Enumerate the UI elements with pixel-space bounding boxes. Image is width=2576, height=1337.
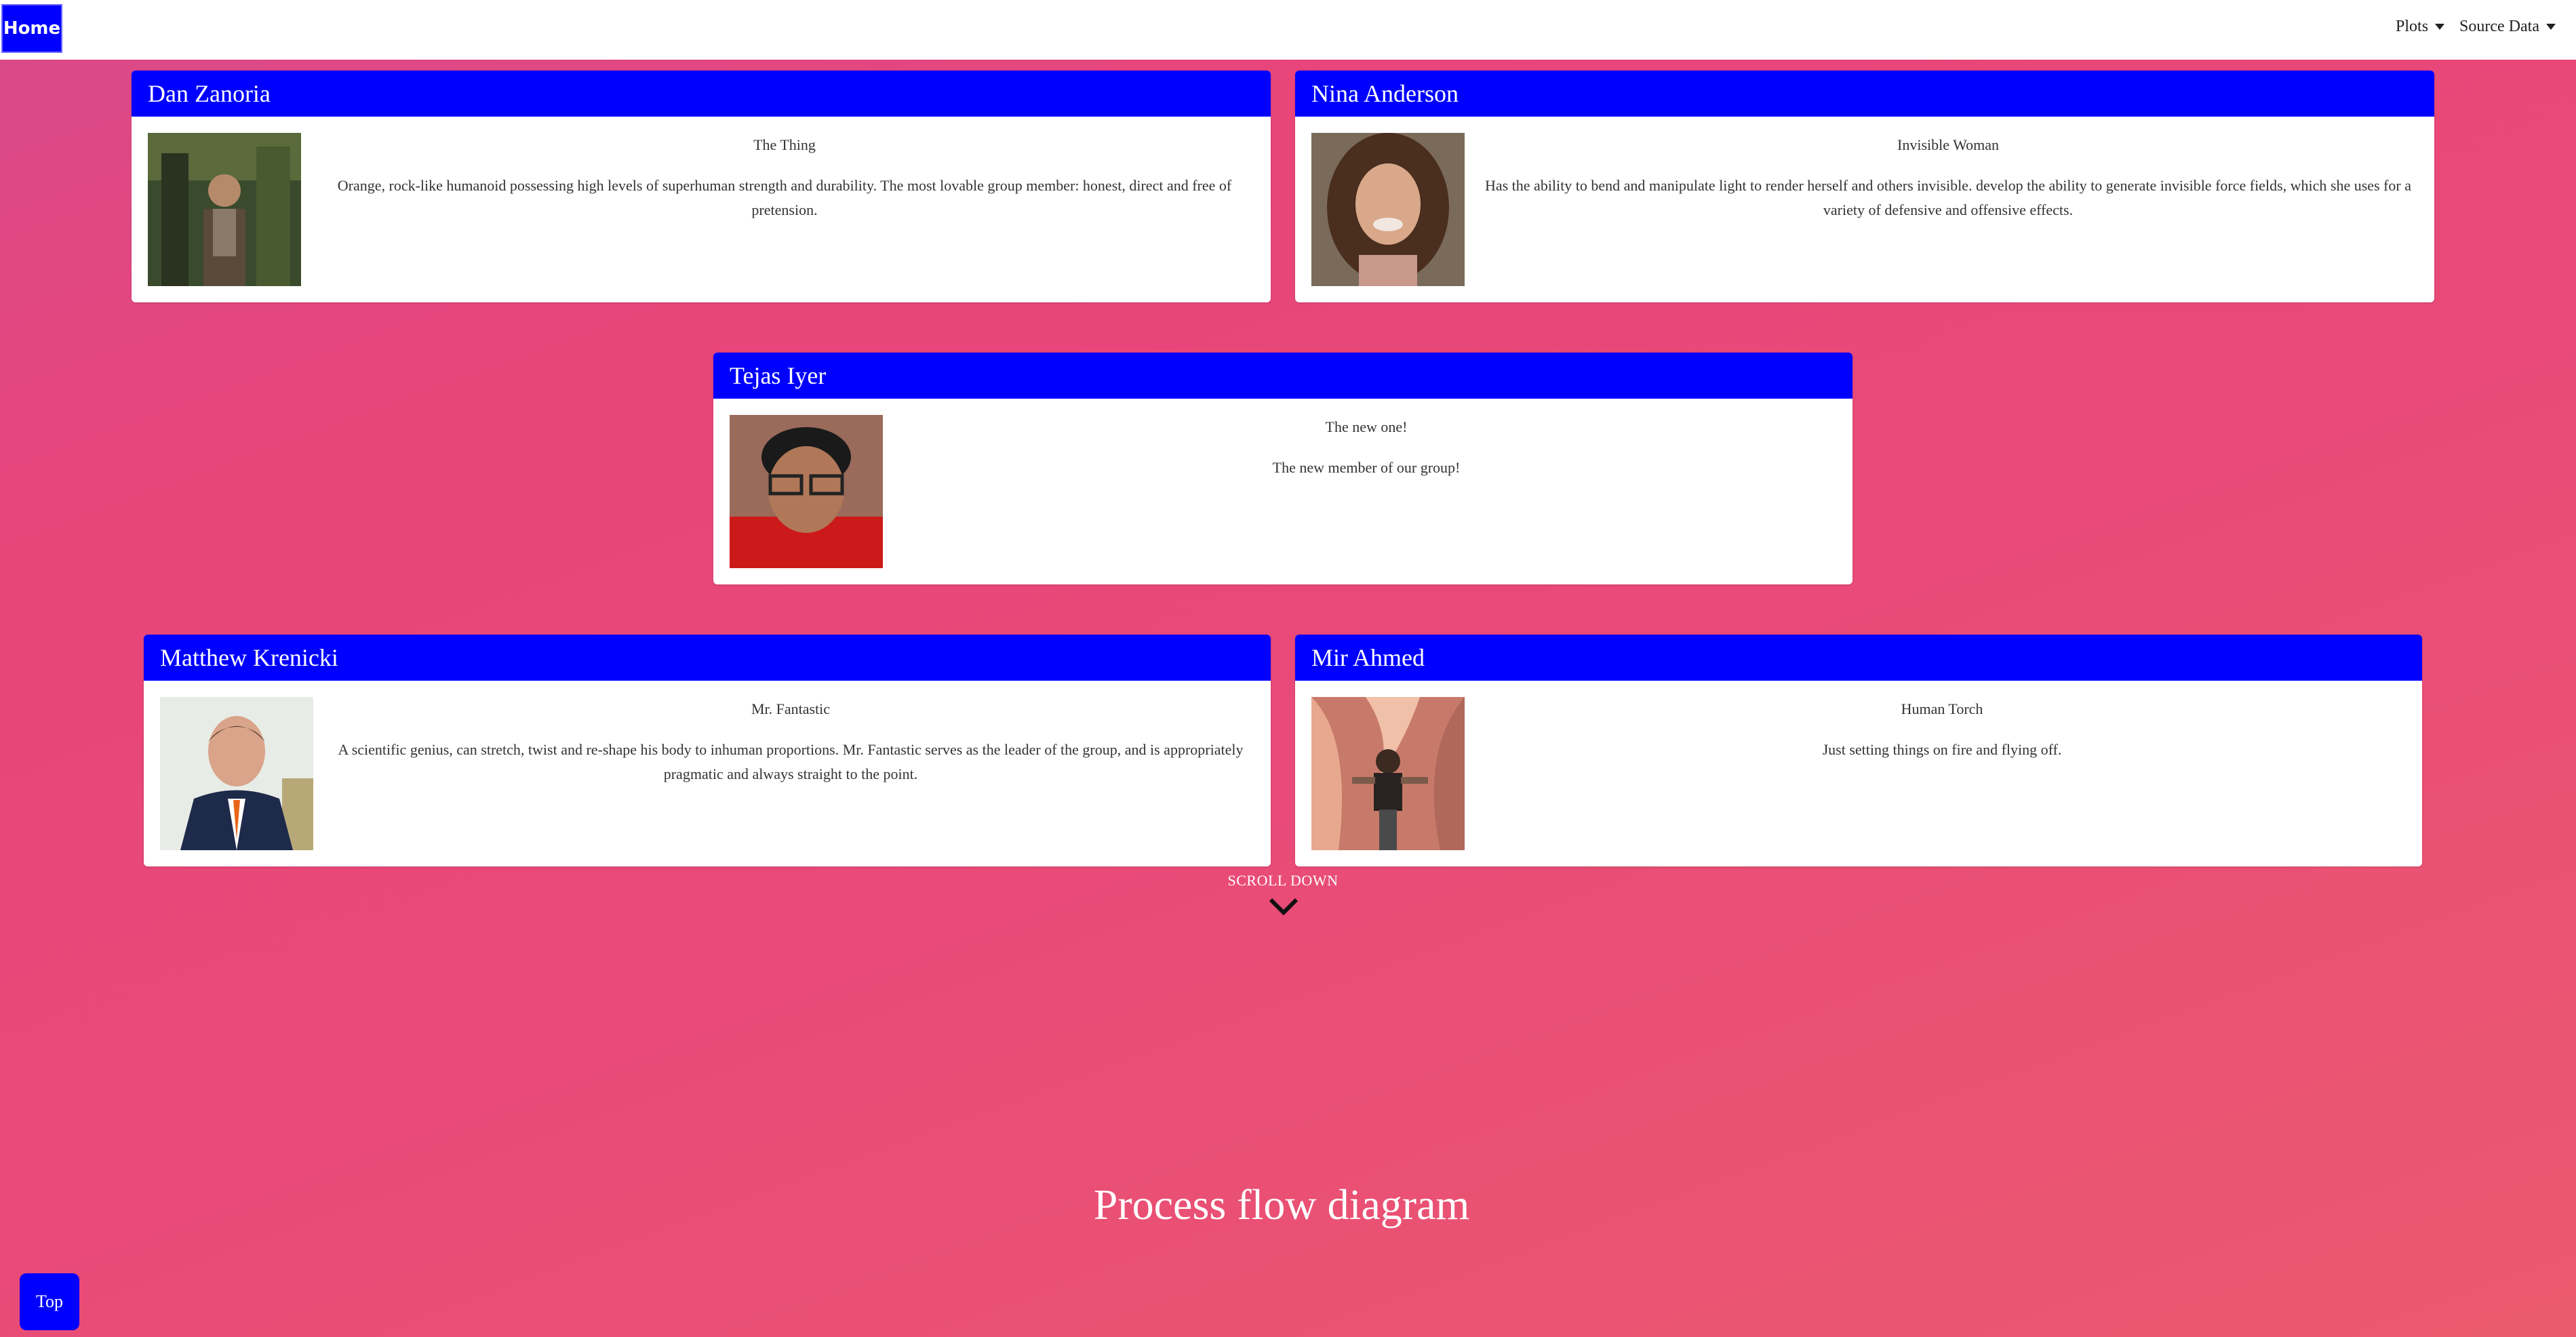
nav-right: Plots Source Data — [2396, 18, 2556, 36]
card-header: Tejas Iyer — [713, 353, 1852, 399]
card-subtitle: Mr. Fantastic — [751, 700, 831, 717]
card-body: The Thing Orange, rock-like humanoid pos… — [132, 117, 1271, 302]
card-description: The new member of our group! — [1272, 459, 1461, 476]
card-description: Orange, rock-like humanoid possessing hi… — [337, 177, 1232, 218]
card-subtitle: Invisible Woman — [1897, 136, 1999, 153]
profile-card: Dan Zanoria The Thing Orange, rock-like … — [132, 71, 1271, 302]
profile-photo — [1311, 697, 1465, 850]
source-data-label: Source Data — [2459, 18, 2539, 35]
card-text: Human Torch Just setting things on fire … — [1478, 697, 2406, 762]
plots-dropdown[interactable]: Plots — [2396, 18, 2445, 36]
profile-photo — [160, 697, 313, 850]
card-header: Nina Anderson — [1295, 71, 2434, 117]
caret-down-icon — [2546, 24, 2556, 30]
profile-card: Matthew Krenicki Mr. Fantastic A scienti… — [144, 635, 1271, 866]
card-subtitle: Human Torch — [1901, 700, 1983, 717]
card-body: Human Torch Just setting things on fire … — [1295, 681, 2422, 866]
top-button[interactable]: Top — [20, 1273, 79, 1330]
card-body: Invisible Woman Has the ability to bend … — [1295, 117, 2434, 302]
card-description: A scientific genius, can stretch, twist … — [338, 741, 1244, 782]
profile-card: Nina Anderson Invisible Woman Has the ab… — [1295, 71, 2434, 302]
caret-down-icon — [2435, 24, 2445, 30]
profile-photo — [148, 133, 301, 286]
card-text: The Thing Orange, rock-like humanoid pos… — [315, 133, 1254, 222]
chevron-down-icon[interactable] — [1268, 896, 1299, 917]
scroll-down-link[interactable]: SCROLL DOWN — [1221, 872, 1345, 890]
card-text: Mr. Fantastic A scientific genius, can s… — [327, 697, 1254, 786]
card-header: Dan Zanoria — [132, 71, 1271, 117]
section-title: Process flow diagram — [1093, 1180, 1470, 1229]
home-button[interactable]: Home — [1, 4, 62, 53]
navbar: Home Plots Source Data — [0, 0, 2576, 60]
card-body: Mr. Fantastic A scientific genius, can s… — [144, 681, 1271, 866]
card-subtitle: The Thing — [753, 136, 816, 153]
source-data-dropdown[interactable]: Source Data — [2459, 18, 2556, 36]
profile-card: Mir Ahmed Human Torch Just setting thing… — [1295, 635, 2422, 866]
profile-photo — [730, 415, 883, 568]
card-description: Has the ability to bend and manipulate l… — [1484, 177, 2412, 218]
profile-card: Tejas Iyer The new one! The new member o… — [713, 353, 1852, 584]
card-subtitle: The new one! — [1325, 418, 1408, 435]
profile-photo — [1311, 133, 1465, 286]
card-header: Matthew Krenicki — [144, 635, 1271, 681]
plots-label: Plots — [2396, 18, 2429, 35]
card-header: Mir Ahmed — [1295, 635, 2422, 681]
card-text: The new one! The new member of our group… — [896, 415, 1836, 480]
card-description: Just setting things on fire and flying o… — [1822, 741, 2062, 758]
card-text: Invisible Woman Has the ability to bend … — [1478, 133, 2418, 222]
card-body: The new one! The new member of our group… — [713, 399, 1852, 584]
